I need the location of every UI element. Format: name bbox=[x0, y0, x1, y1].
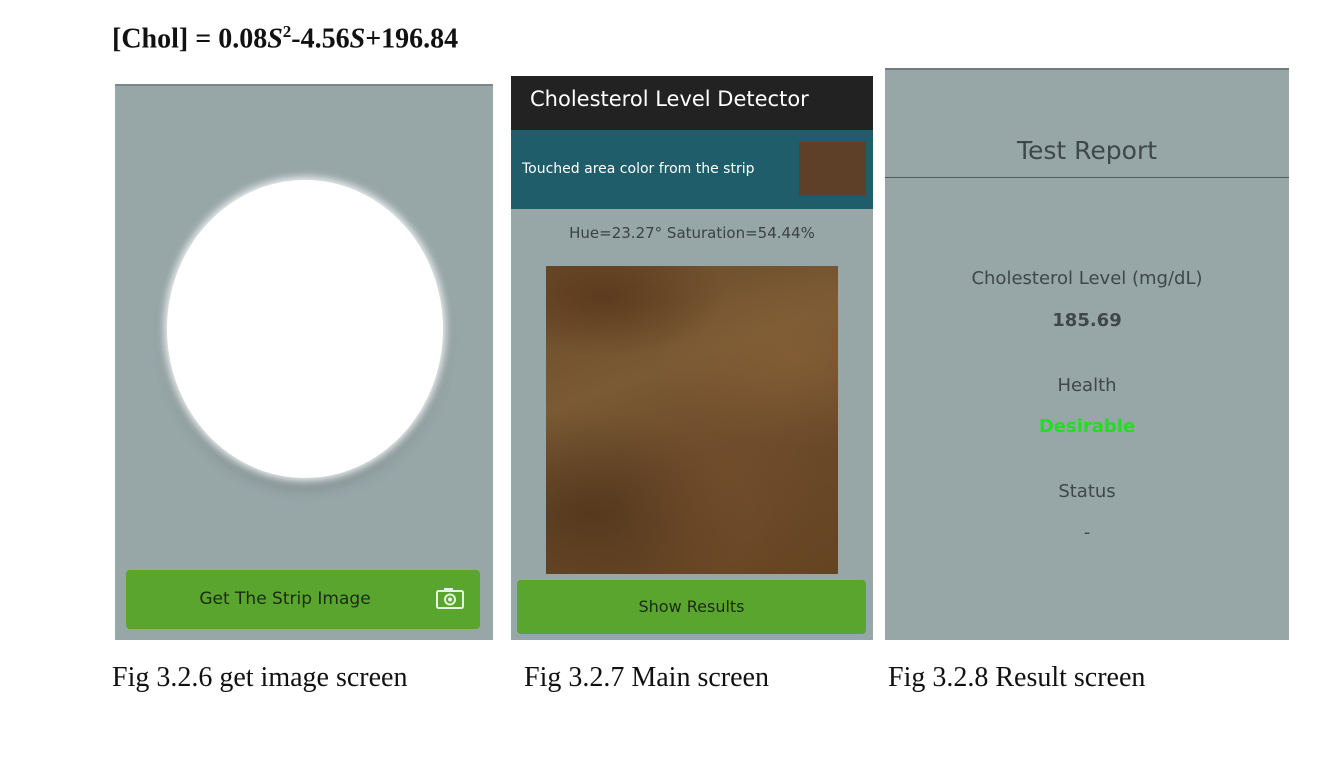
show-results-button[interactable]: Show Results bbox=[517, 580, 866, 634]
formula-variable: S bbox=[267, 23, 283, 55]
get-image-screen: Get The Strip Image bbox=[115, 84, 493, 640]
formula-variable: S bbox=[349, 23, 366, 55]
cholesterol-formula: [Chol] = 0.08S2-4.56S+196.84 bbox=[112, 12, 458, 59]
formula-lhs: [Chol] bbox=[112, 23, 189, 55]
status-value: - bbox=[1083, 522, 1091, 543]
formula-linear-term: -4.56 bbox=[291, 23, 350, 55]
hue-saturation-readout: Hue=23.27° Saturation=54.44% bbox=[569, 224, 815, 242]
formula-coefficient: 0.08 bbox=[218, 23, 268, 55]
image-placeholder-circle[interactable] bbox=[167, 180, 443, 478]
touched-area-label: Touched area color from the strip bbox=[522, 161, 755, 177]
health-label: Health bbox=[1057, 375, 1117, 396]
formula-exponent: 2 bbox=[282, 22, 292, 41]
title-divider bbox=[885, 177, 1289, 178]
get-strip-image-label: Get The Strip Image bbox=[199, 589, 371, 609]
result-screen: Test Report Cholesterol Level (mg/dL) 18… bbox=[885, 68, 1289, 640]
main-screen: Cholesterol Level Detector Touched area … bbox=[511, 76, 873, 640]
health-value: Desirable bbox=[1038, 416, 1136, 437]
figure-caption-main: Fig 3.2.7 Main screen bbox=[524, 662, 769, 693]
app-title: Cholesterol Level Detector bbox=[511, 76, 873, 130]
strip-photo[interactable] bbox=[546, 266, 838, 574]
camera-icon bbox=[436, 588, 464, 609]
touched-color-bar: Touched area color from the strip bbox=[511, 130, 873, 209]
get-strip-image-button[interactable]: Get The Strip Image bbox=[126, 570, 480, 629]
formula-equals: = bbox=[195, 23, 212, 55]
figure-caption-result: Fig 3.2.8 Result screen bbox=[888, 662, 1146, 693]
status-label: Status bbox=[1058, 481, 1116, 502]
figure-caption-get-image: Fig 3.2.6 get image screen bbox=[112, 662, 408, 693]
color-swatch bbox=[799, 142, 866, 196]
cholesterol-level-value: 185.69 bbox=[1052, 310, 1122, 331]
formula-constant: +196.84 bbox=[365, 23, 459, 55]
report-title: Test Report bbox=[1016, 136, 1158, 165]
cholesterol-level-label: Cholesterol Level (mg/dL) bbox=[971, 268, 1203, 289]
